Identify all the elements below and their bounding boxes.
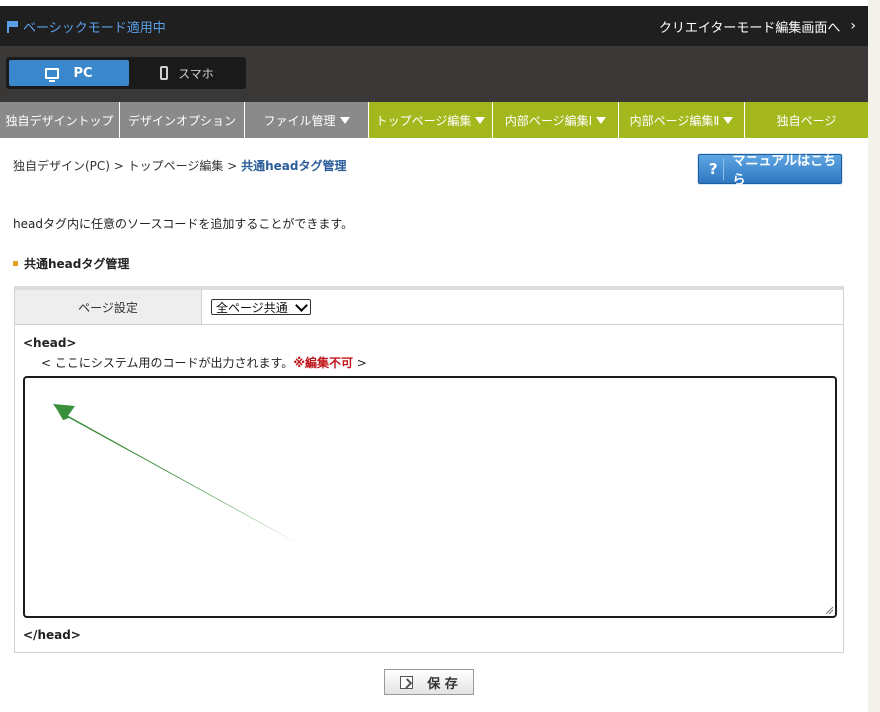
notice-suffix: > bbox=[352, 356, 367, 370]
save-icon bbox=[400, 675, 414, 689]
head-code-textarea[interactable] bbox=[23, 376, 837, 618]
dropdown-triangle-icon bbox=[339, 116, 350, 124]
section-title-label: 共通headタグ管理 bbox=[24, 257, 130, 271]
breadcrumb-path[interactable]: 独自デザイン(PC) > トップページ編集 > bbox=[13, 159, 241, 173]
page-setting-value: 全ページ共通 bbox=[202, 290, 311, 324]
page-setting-row: ページ設定 全ページ共通 bbox=[15, 290, 843, 325]
system-code-notice: < ここにシステム用のコードが出力されます。※編集不可 > bbox=[41, 354, 367, 371]
breadcrumb: 独自デザイン(PC) > トップページ編集 > 共通headタグ管理 bbox=[13, 157, 346, 174]
right-scroll-gutter bbox=[868, 0, 880, 712]
page-select-value: 全ページ共通 bbox=[216, 300, 288, 315]
dropdown-triangle-icon bbox=[723, 116, 734, 124]
smartphone-tab[interactable]: スマホ bbox=[132, 60, 242, 86]
nav-top-page-edit[interactable]: トップページ編集 bbox=[369, 102, 493, 138]
smartphone-tab-label: スマホ bbox=[178, 66, 214, 81]
creator-mode-link-label: クリエイターモード編集画面へ bbox=[658, 20, 841, 36]
question-icon: ? bbox=[703, 158, 725, 180]
intro-text: headタグ内に任意のソースコードを追加することができます。 bbox=[13, 217, 354, 231]
monitor-icon bbox=[45, 67, 60, 82]
notice-prefix: < ここにシステム用のコードが出力されます。 bbox=[41, 356, 294, 370]
breadcrumb-current: 共通headタグ管理 bbox=[241, 159, 347, 173]
creator-mode-link[interactable]: クリエイターモード編集画面へ › bbox=[659, 17, 868, 36]
chevron-right-icon: › bbox=[850, 18, 856, 34]
resize-grip-icon[interactable] bbox=[825, 606, 833, 614]
nav-custom-page[interactable]: 独自ページ bbox=[745, 102, 868, 138]
mode-status: ベーシックモード適用中 bbox=[0, 17, 166, 36]
section-bullet-icon bbox=[13, 261, 18, 266]
mode-bar: ベーシックモード適用中 クリエイターモード編集画面へ › bbox=[0, 6, 868, 46]
device-bar: PC スマホ bbox=[0, 46, 868, 102]
section-title: 共通headタグ管理 bbox=[13, 255, 129, 272]
chevron-down-icon bbox=[295, 298, 308, 312]
nav-inner-page-edit-1[interactable]: 内部ページ編集Ⅰ bbox=[493, 102, 619, 138]
nav-inner-page-edit-1-label: 内部ページ編集Ⅰ bbox=[504, 113, 593, 128]
manual-button[interactable]: ? マニュアルはこちら bbox=[698, 154, 842, 188]
nav-file-management[interactable]: ファイル管理 bbox=[245, 102, 369, 138]
flag-icon bbox=[6, 20, 19, 33]
device-switch: PC スマホ bbox=[6, 57, 246, 89]
page-select[interactable]: 全ページ共通 bbox=[211, 298, 311, 315]
nav-top-page-edit-label: トップページ編集 bbox=[375, 113, 472, 128]
head-close-tag: </head> bbox=[23, 628, 81, 642]
main-nav: 独自デザイントップ デザインオプション ファイル管理 トップページ編集 内部ペー… bbox=[0, 102, 868, 138]
dropdown-triangle-icon bbox=[475, 116, 486, 124]
manual-button-label: マニュアルはこちら bbox=[732, 154, 837, 188]
page-setting-label: ページ設定 bbox=[15, 290, 202, 324]
notice-warning: ※編集不可 bbox=[293, 356, 353, 370]
pc-tab[interactable]: PC bbox=[9, 60, 129, 86]
smartphone-icon bbox=[160, 66, 169, 80]
save-button-label: 保 存 bbox=[427, 676, 458, 692]
dropdown-triangle-icon bbox=[596, 116, 607, 124]
annotation-arrow-icon bbox=[53, 404, 299, 544]
nav-design-top-label: 独自デザイントップ bbox=[5, 113, 114, 128]
head-open-tag: <head> bbox=[23, 336, 77, 350]
nav-custom-page-label: 独自ページ bbox=[776, 113, 837, 128]
nav-design-options[interactable]: デザインオプション bbox=[120, 102, 245, 138]
save-button[interactable]: 保 存 bbox=[384, 669, 474, 695]
nav-design-options-label: デザインオプション bbox=[127, 113, 236, 128]
pc-tab-label: PC bbox=[73, 65, 93, 81]
nav-inner-page-edit-2-label: 内部ページ編集Ⅱ bbox=[629, 113, 720, 128]
nav-file-management-label: ファイル管理 bbox=[263, 113, 336, 128]
nav-inner-page-edit-2[interactable]: 内部ページ編集Ⅱ bbox=[619, 102, 745, 138]
nav-design-top[interactable]: 独自デザイントップ bbox=[0, 102, 120, 138]
head-tag-panel: ページ設定 全ページ共通 <head> < ここにシステム用のコードが出力されま… bbox=[14, 286, 844, 653]
mode-status-label: ベーシックモード適用中 bbox=[23, 20, 166, 36]
